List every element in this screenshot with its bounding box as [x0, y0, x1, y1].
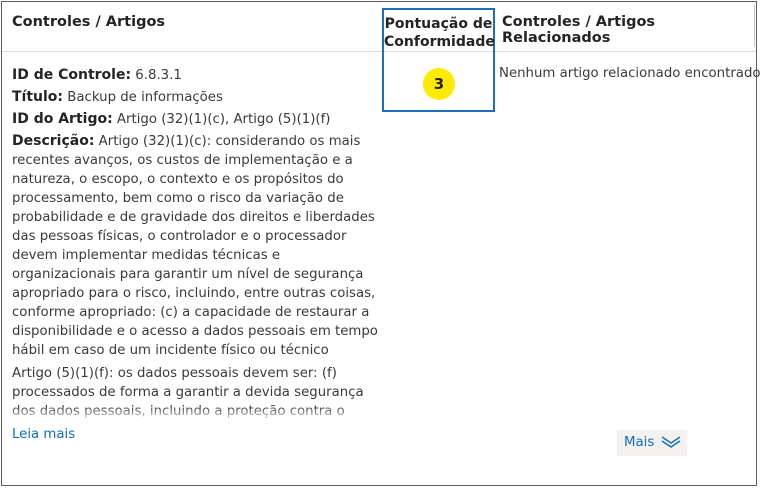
control-id-value: 6.8.3.1 — [135, 68, 182, 83]
description-text: Artigo (32)(1)(c): considerando os mais … — [12, 134, 378, 358]
header-bottom-divider — [2, 51, 756, 52]
more-button-label: Mais — [624, 435, 655, 450]
header-divider — [754, 5, 755, 47]
control-id-label: ID de Controle: — [12, 67, 132, 83]
related-articles-empty: Nenhum artigo relacionado encontrado — [499, 66, 760, 81]
chevron-double-down-icon — [662, 436, 681, 448]
control-id-row: ID de Controle: 6.8.3.1 — [12, 66, 384, 85]
compliance-card: Controles / Artigos Controles / Artigos … — [1, 1, 760, 486]
article-id-value: Artigo (32)(1)(c), Artigo (5)(1)(f) — [116, 112, 331, 127]
article-id-row: ID do Artigo: Artigo (32)(1)(c), Artigo … — [12, 110, 384, 129]
control-title-value: Backup de informações — [67, 90, 223, 105]
header-controls-articles: Controles / Artigos — [12, 14, 166, 30]
control-title-label: Título: — [12, 89, 64, 105]
control-details: ID de Controle: 6.8.3.1 Título: Backup d… — [12, 66, 384, 422]
more-button[interactable]: Mais — [624, 435, 682, 450]
description-row: Descrição: Artigo (32)(1)(c): consideran… — [12, 132, 384, 360]
description-label: Descrição: — [12, 133, 95, 149]
article-id-label: ID do Artigo: — [12, 111, 113, 127]
header-related-articles: Controles / Artigos Relacionados — [502, 14, 656, 46]
compliance-score-badge: 3 — [423, 68, 455, 100]
header-compliance-score: Pontuação de Conformidade — [384, 16, 495, 50]
compliance-score-highlight: Pontuação de Conformidade 3 — [382, 8, 495, 112]
read-more-link[interactable]: Leia mais — [12, 427, 75, 442]
description-text-continued: Artigo (5)(1)(f): os dados pessoais deve… — [12, 364, 384, 422]
control-title-row: Título: Backup de informações — [12, 88, 384, 107]
description-text-2: Artigo (5)(1)(f): os dados pessoais deve… — [12, 366, 364, 419]
